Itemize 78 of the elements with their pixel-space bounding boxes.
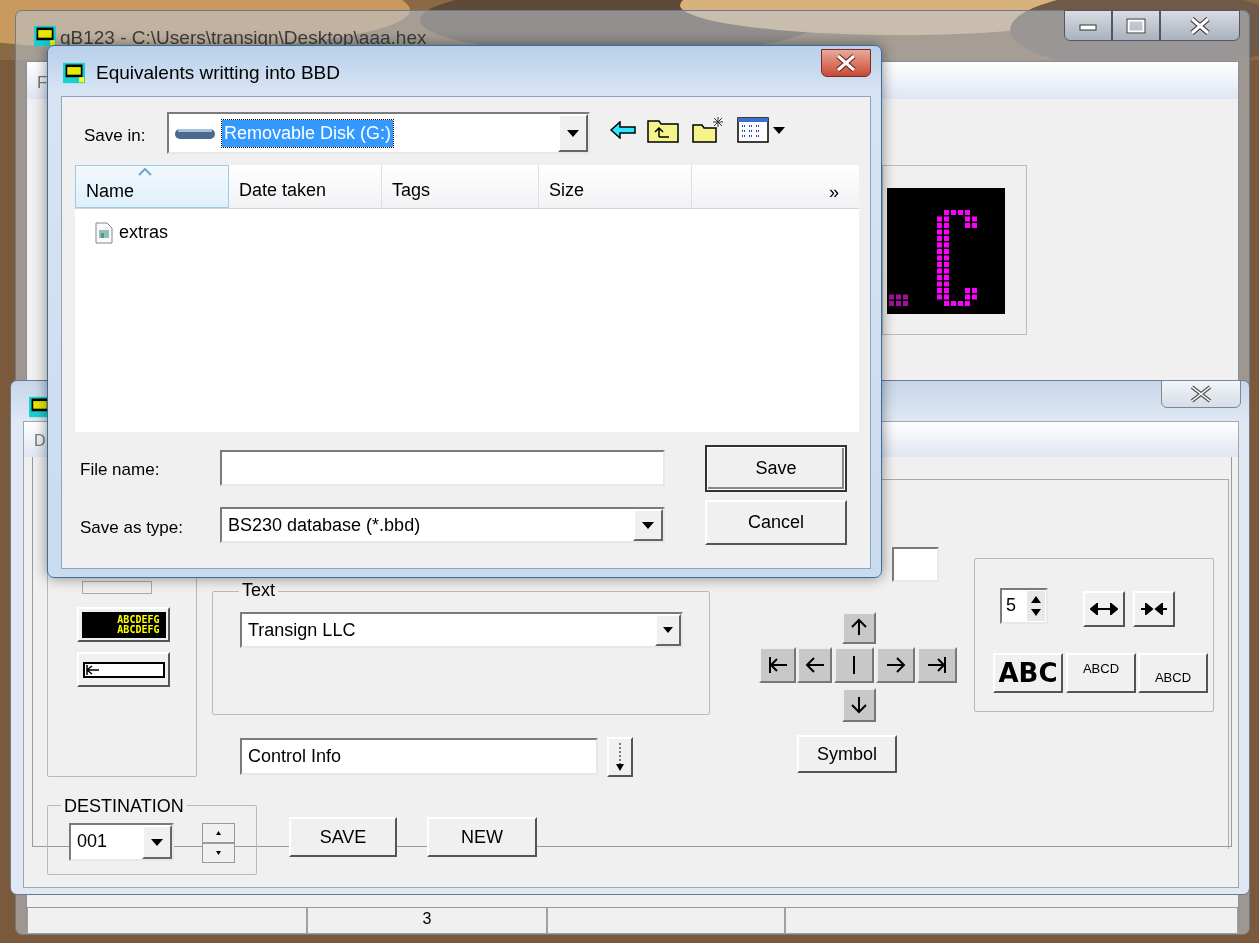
- dotted-down-arrow-icon: [615, 742, 625, 772]
- more-columns-button[interactable]: »: [692, 165, 859, 208]
- font-style-button[interactable]: ABC: [993, 653, 1063, 693]
- file-type-combo-box[interactable]: BS230 database (*.bbd): [220, 507, 665, 543]
- close-icon: [835, 54, 857, 72]
- file-item[interactable]: extras: [75, 209, 859, 256]
- folder-up-icon[interactable]: [647, 117, 679, 143]
- save-button[interactable]: Save: [705, 445, 847, 492]
- font-style-button[interactable]: ABCD: [1138, 653, 1208, 693]
- spin-box[interactable]: [82, 581, 152, 594]
- column-header[interactable]: Size: [539, 165, 692, 208]
- move-up-button[interactable]: [842, 612, 876, 644]
- last-arrow-icon: [926, 654, 948, 676]
- new-folder-icon[interactable]: [692, 115, 724, 143]
- column-header[interactable]: Name: [75, 165, 229, 208]
- font-style-button[interactable]: ABCD: [1066, 653, 1136, 693]
- file-name-field[interactable]: [220, 450, 665, 486]
- center-button[interactable]: [834, 647, 874, 683]
- move-down-button[interactable]: [842, 688, 876, 722]
- new-button[interactable]: NEW: [427, 817, 537, 857]
- cancel-button[interactable]: Cancel: [705, 500, 847, 545]
- menu-item[interactable]: F: [37, 70, 48, 91]
- spin-box[interactable]: 5: [1000, 588, 1048, 624]
- preview-text: ABCDEFG: [116, 624, 160, 635]
- sort-ascending-icon: [138, 168, 152, 176]
- scroll-left-icon: [82, 660, 165, 679]
- close-button[interactable]: [1161, 380, 1241, 408]
- minimize-button[interactable]: [1064, 10, 1112, 41]
- expand-spacing-button[interactable]: [1083, 591, 1125, 627]
- caret-icon: [663, 627, 673, 633]
- file-icon: [95, 221, 113, 244]
- insert-button[interactable]: [607, 737, 633, 777]
- arrows-apart-icon: [1090, 603, 1118, 615]
- arrows-together-icon: [1140, 603, 1168, 615]
- caret-icon: [567, 129, 579, 137]
- back-arrow-icon[interactable]: [610, 121, 636, 139]
- scroll-mode-button[interactable]: [77, 652, 170, 687]
- column-header[interactable]: Tags: [382, 165, 539, 208]
- close-button[interactable]: [821, 49, 871, 77]
- move-first-button[interactable]: [759, 647, 796, 683]
- tab[interactable]: D: [34, 432, 46, 449]
- bar-icon: [852, 655, 856, 675]
- field-label: Save in:: [84, 125, 146, 147]
- dropdown-button[interactable]: [558, 114, 588, 152]
- destination-combo-box[interactable]: 001: [69, 823, 174, 861]
- caret-icon: [642, 521, 654, 529]
- move-right-button[interactable]: [876, 647, 915, 683]
- close-icon: [1189, 385, 1213, 403]
- text-combo-box[interactable]: Transign LLC: [240, 612, 683, 648]
- first-arrow-icon: [766, 654, 789, 676]
- maximize-button[interactable]: [1112, 10, 1160, 41]
- down-arrow-icon: [848, 694, 870, 716]
- dropdown-button[interactable]: [633, 509, 663, 541]
- maximize-icon: [1126, 17, 1146, 34]
- spin-arrows-icon: [1027, 591, 1045, 621]
- display-mode-button[interactable]: ABCDEFG ABCDEFG: [77, 607, 170, 642]
- input-field[interactable]: [892, 547, 939, 582]
- preview-text: ABCDEFG: [116, 614, 160, 625]
- window-title: qB123 - C:\Users\transign\Desktop\aaa.hex: [60, 26, 427, 50]
- caret-icon: [151, 838, 163, 846]
- dropdown-button[interactable]: [655, 614, 681, 646]
- symbol-button[interactable]: Symbol: [797, 735, 897, 773]
- save-button[interactable]: SAVE: [289, 817, 397, 857]
- move-last-button[interactable]: [917, 647, 957, 683]
- dropdown-button[interactable]: [142, 825, 172, 859]
- selected-text: Removable Disk (G:): [222, 119, 394, 147]
- app-icon: [63, 62, 85, 84]
- field-label: Save as type:: [80, 517, 183, 539]
- field-label: File name:: [80, 459, 160, 481]
- status-cell: 3: [307, 908, 547, 934]
- close-button[interactable]: [1160, 10, 1240, 41]
- close-icon: [1189, 16, 1211, 35]
- drive-icon: [174, 126, 216, 140]
- control-info-field[interactable]: Control Info: [240, 738, 598, 775]
- condense-spacing-button[interactable]: [1133, 591, 1175, 627]
- move-left-button[interactable]: [797, 647, 832, 683]
- dialog-title: Equivalents writting into BBD: [96, 61, 340, 85]
- column-header[interactable]: Date taken: [229, 165, 382, 208]
